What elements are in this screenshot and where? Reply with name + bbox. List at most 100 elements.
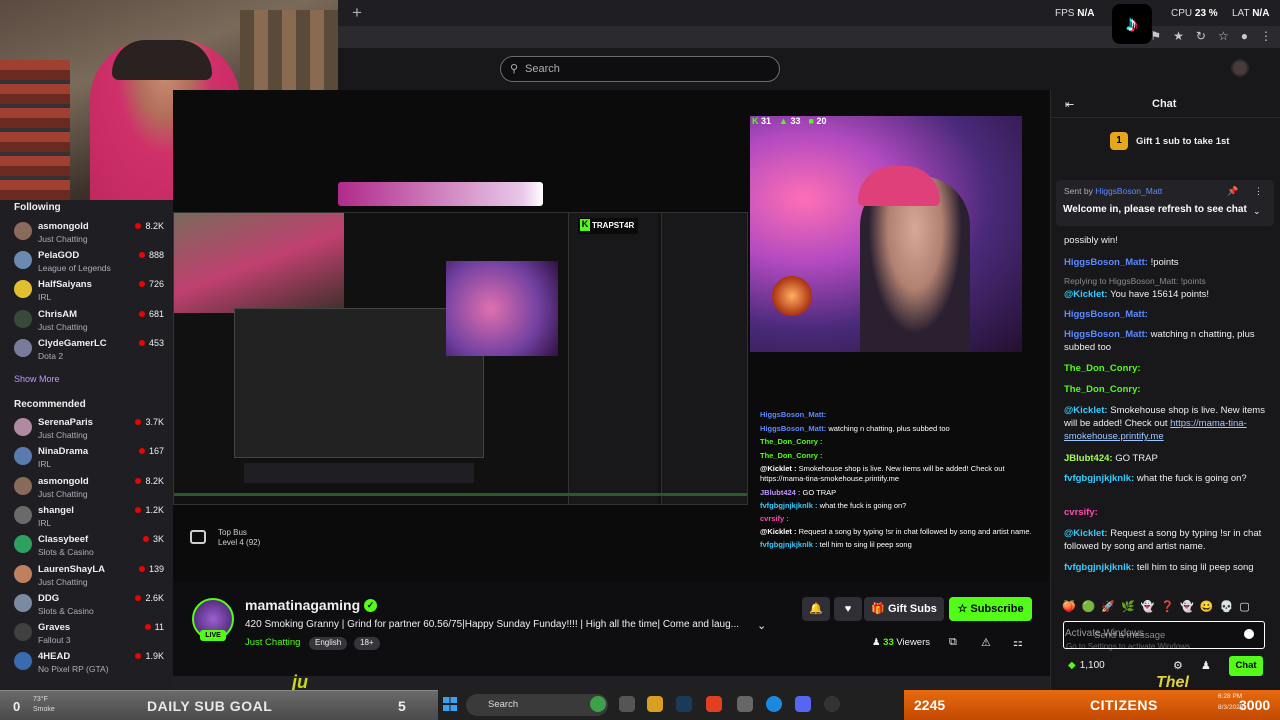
windows-start-icon[interactable] (443, 697, 457, 711)
chat-username[interactable]: @Kicklet: (1064, 405, 1108, 416)
chat-username[interactable]: @Kicklet: (1064, 289, 1108, 300)
channel-name: shangel (38, 504, 74, 516)
following-channel[interactable]: asmongold Just Chatting 8.2K (14, 220, 164, 248)
chevron-down-icon[interactable]: ⌄ (757, 619, 766, 632)
recommended-channel[interactable]: Graves Fallout 3 11 (14, 621, 164, 649)
brave-icon[interactable] (706, 696, 722, 712)
channel-name: DDG (38, 592, 60, 604)
chat-username[interactable]: HiggsBoson_Matt: (1064, 329, 1148, 340)
following-channel[interactable]: HalfSaiyans IRL 726 (14, 278, 164, 306)
chat-text: GO TRAP (1115, 453, 1158, 464)
emote-smile-icon[interactable]: 😀 (1200, 600, 1214, 616)
emoji-picker-icon[interactable] (1244, 629, 1254, 639)
obs-icon[interactable] (824, 696, 840, 712)
lat-label: LAT (1232, 8, 1250, 19)
granny-camera (750, 116, 1022, 352)
chat-username[interactable]: fvfgbgjnjkjknlk: (1064, 473, 1134, 484)
pin-icon[interactable]: 📌 (1227, 186, 1238, 197)
taskbar-app-icon-2[interactable] (737, 696, 753, 712)
recommended-channel[interactable]: 4HEAD No Pixel RP (GTA) 1.9K (14, 650, 164, 678)
extension-icon[interactable]: ★ (1173, 29, 1184, 43)
recommended-channel[interactable]: LaurenShayLA Just Chatting 139 (14, 563, 164, 591)
emote-kick-icon[interactable]: ❓ (1161, 600, 1175, 616)
gift-leader-text[interactable]: Gift 1 sub to take 1st (1136, 136, 1229, 147)
report-icon[interactable]: ⚠ (981, 636, 991, 649)
cpu-value: 23 % (1194, 8, 1218, 19)
chat-username[interactable]: HiggsBoson_Matt: (1064, 309, 1148, 320)
chat-users-icon[interactable]: ♟ (1201, 659, 1211, 672)
taskbar-search[interactable]: Search (466, 694, 608, 716)
channel-points[interactable]: 1,100 (1068, 660, 1105, 671)
emote-skull-icon[interactable]: 💀 (1220, 600, 1234, 616)
following-channel[interactable]: PelaGOD League of Legends 888 (14, 249, 164, 277)
star-icon[interactable]: ☆ (1218, 29, 1229, 43)
viewer-count: 681 (139, 309, 164, 319)
chat-username[interactable]: @Kicklet: (1064, 528, 1108, 539)
taskbar-clock-date: 8/3/2025 (1218, 704, 1244, 711)
chat-username[interactable]: The_Don_Conry: (1064, 384, 1141, 395)
tag-18plus[interactable]: 18+ (354, 637, 380, 650)
recommended-channel[interactable]: SerenaParis Just Chatting 3.7K (14, 416, 164, 444)
gift-subs-button[interactable]: 🎁 Gift Subs (864, 597, 944, 621)
emote-leaf-icon[interactable]: 🌿 (1121, 600, 1135, 616)
weather-temp: 73°F (33, 696, 48, 703)
browser-toolbar-icons: ⚑ ★ ↻ ☆ ● ⋮ (1150, 29, 1272, 43)
share-icon[interactable]: ⧉ (949, 636, 957, 649)
recommended-channel[interactable]: asmongold Just Chatting 8.2K (14, 475, 164, 503)
steam-icon[interactable] (676, 696, 692, 712)
chat-send-button[interactable]: Chat (1229, 656, 1263, 676)
menu-icon[interactable]: ⋮ (1260, 29, 1272, 43)
collapse-chat-icon[interactable]: ⇤ (1065, 98, 1074, 111)
emote-face-icon[interactable]: 👻 (1180, 600, 1194, 616)
recommended-channel[interactable]: shangel IRL 1.2K (14, 504, 164, 532)
bell-icon[interactable]: 🔔 (802, 597, 830, 621)
recommended-channel[interactable]: DDG Slots & Casino 2.6K (14, 592, 164, 620)
emote-rocket-icon[interactable]: 🚀 (1101, 600, 1115, 616)
citizens-count: 2245 (914, 697, 946, 713)
discord-icon[interactable] (795, 696, 811, 712)
channel-avatar (14, 309, 32, 328)
citizens-target: 3000 (1239, 697, 1271, 713)
follow-heart-icon[interactable]: ♥ (834, 597, 862, 621)
channel-name[interactable]: mamatinagaming (245, 597, 360, 613)
emote-green-icon[interactable]: 🟢 (1082, 600, 1096, 616)
emote-box-icon[interactable]: ▢ (1239, 600, 1249, 616)
following-channel[interactable]: ClydeGamerLC Dota 2 453 (14, 337, 164, 365)
file-explorer-icon[interactable] (647, 696, 663, 712)
following-channel[interactable]: ChrisAM Just Chatting 681 (14, 308, 164, 336)
emote-bar: 🍑 🟢 🚀 🌿 👻 ❓ 👻 😀 💀 ▢ (1062, 600, 1272, 616)
chat-username[interactable]: The_Don_Conry: (1064, 363, 1141, 374)
edge-icon[interactable] (766, 696, 782, 712)
channel-category: Just Chatting (38, 321, 88, 332)
emote-peach-icon[interactable]: 🍑 (1062, 600, 1076, 616)
taskbar-app-icon-1[interactable] (590, 696, 606, 712)
chat-username[interactable]: fvfgbgjnjkjknlk: (1064, 562, 1134, 573)
tag-icon[interactable]: ⚑ (1150, 29, 1161, 43)
user-avatar[interactable] (1231, 59, 1249, 77)
more-options-icon[interactable]: ⚏ (1013, 636, 1023, 649)
taskbar-task-view-icon[interactable] (619, 696, 635, 712)
chat-settings-icon[interactable]: ⚙ (1173, 659, 1183, 672)
subscribe-button[interactable]: ☆ Subscribe (949, 597, 1032, 621)
emote-ghost-icon[interactable]: 👻 (1141, 600, 1155, 616)
recommended-channel[interactable]: NinaDrama IRL 167 (14, 445, 164, 473)
new-tab-button[interactable]: + (352, 3, 362, 23)
bus-icon (190, 530, 206, 544)
pinned-menu-icon[interactable]: ⋮ (1254, 186, 1263, 197)
search-input[interactable]: ⚲ Search (500, 56, 780, 82)
recommended-channel[interactable]: Classybeef Slots & Casino 3K (14, 533, 164, 561)
star-icon: ☆ (957, 603, 968, 615)
stream-category[interactable]: Just Chatting (245, 637, 300, 648)
chat-username[interactable]: cvrsify: (1064, 507, 1098, 518)
cpu-readout: CPU 23 % (1171, 8, 1218, 19)
expand-pinned-icon[interactable]: ⌄ (1253, 206, 1261, 217)
tag-english[interactable]: English (309, 637, 348, 650)
channel-category: Just Chatting (38, 234, 88, 244)
channel-name: PelaGOD (38, 250, 80, 262)
chat-username[interactable]: HiggsBoson_Matt: (1064, 257, 1148, 268)
daily-sub-goal-bar: 0 73°F Smoke DAILY SUB GOAL 5 (0, 690, 438, 720)
profile-icon[interactable]: ● (1241, 29, 1248, 43)
refresh-icon[interactable]: ↻ (1196, 29, 1206, 43)
chat-username[interactable]: JBlubt424: (1064, 453, 1113, 464)
show-more-link[interactable]: Show More (14, 374, 60, 384)
